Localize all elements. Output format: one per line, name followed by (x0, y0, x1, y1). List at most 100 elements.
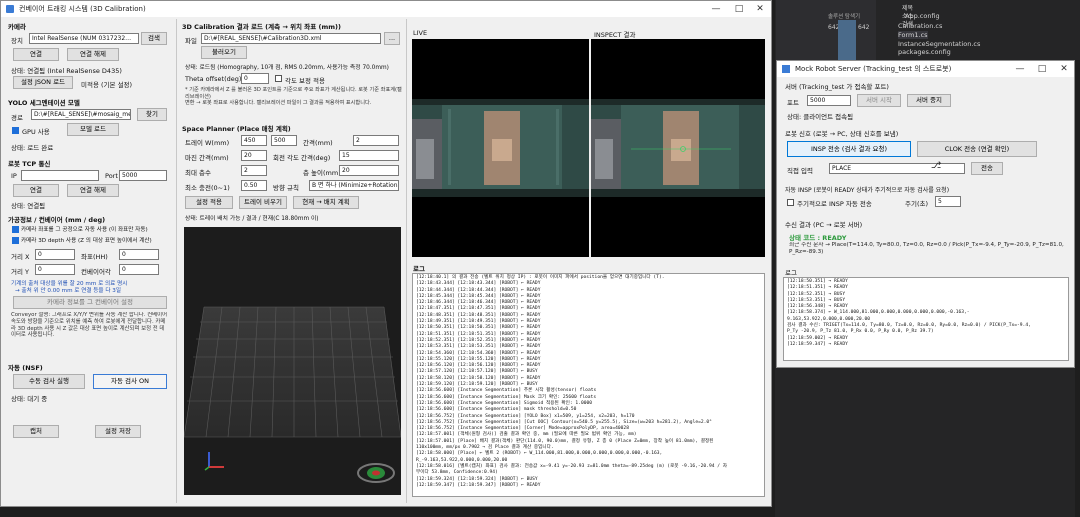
manual-inspect-button[interactable]: 수동 검사 실행 (13, 374, 85, 389)
tray-clear-button[interactable]: 트레이 비우기 (239, 196, 287, 209)
mock-recv-line: 최근 수신 문자 → Place(T=114.0, Ty=80.0, Tz=0.… (789, 242, 1064, 255)
place-row4-select[interactable]: B 면 하나 (Minimize+Rotation) (309, 180, 399, 191)
mock-stop-button[interactable]: 서버 중지 (907, 94, 951, 107)
mock-cmd-input[interactable]: PLACE (829, 163, 965, 174)
mock-recv-header: 수신 결과 (PC → 로봇 서버) (785, 221, 863, 229)
mock-title: Mock Robot Server (Tracking_test 의 스트로봇) (795, 65, 952, 73)
live-camera-view (412, 39, 589, 257)
conv-field-4[interactable]: 0 (119, 264, 159, 275)
mock-log-box[interactable]: [12:18:50.351] → READY [12:18:51.351] → R… (783, 277, 1069, 361)
place-apply-button[interactable]: 설정 적용 (185, 196, 233, 209)
camera-search-button[interactable]: 검색 (141, 32, 167, 45)
place-row3-label2: 층 높이(mm) (303, 169, 341, 177)
gpu-label: GPU 사용 (22, 128, 50, 136)
yolo-status: 상태: 로드 완료 (11, 144, 54, 152)
mock-maximize-icon[interactable]: □ (1031, 61, 1053, 77)
calib-note: * 기준 카메라에서 Z 를 불러온 3D 포인트를 기준으로 주요 좌표가 계… (185, 87, 403, 107)
mock-server-header: 서버 (Tracking_test 가 접속할 포트) (785, 83, 889, 91)
device-select[interactable]: Intel RealSense (NUM 0317232… (29, 33, 139, 44)
camera-disconnect-button[interactable]: 연결 해제 (67, 48, 119, 61)
robot-tcp-header: 로봇 TCP 통신 (8, 160, 51, 168)
gpu-checkbox[interactable] (12, 127, 19, 134)
close-icon[interactable]: ✕ (749, 1, 771, 17)
ide-tree-item[interactable]: App.config (905, 12, 940, 20)
insp-send-button[interactable]: INSP 전송 (검사 결과 요청) (787, 141, 911, 157)
mock-port-input[interactable]: 5000 (807, 95, 851, 106)
tray-3d-view[interactable] (184, 227, 401, 495)
mock-cmd-label: 직접 입력 (787, 167, 813, 175)
conveyor-check-2[interactable] (12, 237, 19, 244)
device-label: 장치 (11, 37, 23, 45)
calib-status: 상태: 로드됨 (Homography, 10개 점, RMS 0.20mm, … (185, 65, 389, 71)
mock-titlebar: Mock Robot Server (Tracking_test 의 스트로봇)… (777, 61, 1074, 77)
mock-send-button[interactable]: 전송 (971, 162, 1003, 175)
place-status: 상태: 트레이 배치 가능 / 결과 / 현재(C 18.80mm 이) (185, 216, 319, 222)
model-load-button[interactable]: 모델 로드 (67, 123, 119, 136)
theta-input[interactable]: 0 (241, 73, 269, 84)
clok-send-button[interactable]: CLOK 전송 (연결 확인) (917, 141, 1037, 157)
maximize-icon[interactable]: □ (728, 1, 750, 17)
mock-auto-checkbox[interactable] (787, 199, 794, 206)
left-divider (176, 19, 177, 503)
place-row1-label2: 간격(mm) (303, 139, 333, 147)
app-icon (6, 5, 14, 13)
conv-field-label-3: 거리 Y (11, 268, 29, 276)
minimize-icon[interactable]: — (705, 1, 727, 17)
conv-field-1[interactable]: 0 (35, 249, 75, 260)
mock-period-input[interactable]: 5 (935, 196, 961, 207)
conv-field-label-1: 거리 X (11, 253, 30, 261)
ide-tree-item[interactable]: Calibration.cs (898, 22, 942, 30)
ide-tree-item[interactable]: packages.config (898, 48, 951, 56)
calib-browse-button[interactable]: ... (384, 32, 400, 45)
place-header: Space Planner (Place 매칭 계획) (182, 125, 291, 133)
place-row1-v3[interactable]: 2 (353, 135, 399, 146)
calib-file-input[interactable]: D:\#[REAL_SENSE]\#Calibration3D.xml (201, 33, 381, 44)
mock-auto-header: 자동 INSP (로봇이 READY 상태가 주기적으로 자동 검사를 요청) (785, 187, 950, 194)
ide-tree-item[interactable]: Form1.cs (898, 31, 928, 39)
conv-field-3[interactable]: 0 (35, 264, 75, 275)
mock-start-button[interactable]: 서버 시작 (857, 94, 901, 107)
place-row2-v3[interactable]: 15 (339, 150, 399, 161)
main-log-box[interactable]: [12:18:40.1] 의 결과 전송 (벨트 위치 정상 IP) : 로봇이… (412, 273, 765, 497)
calib-file-label: 파일 (185, 37, 197, 45)
mid-divider (406, 19, 407, 503)
robot-connect-button[interactable]: 연결 (13, 184, 59, 197)
theta-checkbox[interactable] (275, 75, 282, 82)
yolo-path-label: 경로 (11, 114, 23, 122)
mock-close-icon[interactable]: ✕ (1053, 61, 1075, 77)
conveyor-check-2-label: 카메라 3D depth 사용 (Z 의 대상 표면 높이에서 계산) (21, 238, 152, 244)
ip-label: IP (11, 172, 17, 180)
port-input[interactable]: 5000 (119, 170, 167, 181)
tray-grid (184, 306, 401, 483)
save-settings-button[interactable]: 설정 저장 (95, 425, 141, 438)
view-cube-icon[interactable] (357, 463, 395, 483)
inspect-label: INSPECT 결과 (594, 31, 636, 39)
place-row4-v1[interactable]: 0.50 (241, 180, 267, 191)
calib-load-button[interactable]: 불러오기 (201, 46, 247, 59)
camera-connect-button[interactable]: 연결 (13, 48, 59, 61)
place-row2-label: 마진 간격(mm) (185, 154, 229, 162)
capture-button[interactable]: 캡처 (13, 425, 59, 438)
plan-place-button[interactable]: 현재 → 배치 계획 (293, 196, 359, 209)
auto-inspect-toggle[interactable]: 자동 검사 ON (93, 374, 167, 389)
ip-input[interactable] (21, 170, 99, 181)
place-row3-v1[interactable]: 2 (241, 165, 267, 176)
place-row3-v3[interactable]: 20 (339, 165, 399, 176)
yolo-browse-button[interactable]: 찾기 (137, 108, 167, 121)
mock-recv-state: 상태 코드 : READY (789, 234, 847, 242)
json-load-button[interactable]: 설정 JSON 로드 (13, 76, 73, 89)
mock-minimize-icon[interactable]: — (1009, 61, 1031, 77)
ide-mini-bar (838, 20, 856, 60)
place-row1-v1[interactable]: 450 (241, 135, 267, 146)
yolo-path-input[interactable]: D:\#[REAL_SENSE]\#mosaig_meta… (31, 109, 131, 120)
mock-app-icon (782, 65, 790, 73)
conv-field-2[interactable]: 0 (119, 249, 159, 260)
mock-status: 상태: 클라이언트 접속됨 (787, 113, 854, 121)
place-row1-v2[interactable]: 500 (271, 135, 297, 146)
ide-code-area (1075, 60, 1080, 517)
conveyor-apply-button[interactable]: 카메라 정보를 그 컨베이어 설정 (13, 296, 167, 309)
place-row2-v1[interactable]: 20 (241, 150, 267, 161)
robot-disconnect-button[interactable]: 연결 해제 (67, 184, 119, 197)
conveyor-check-1[interactable] (12, 226, 19, 233)
ide-tree-item[interactable]: InstanceSegmentation.cs (898, 40, 980, 48)
